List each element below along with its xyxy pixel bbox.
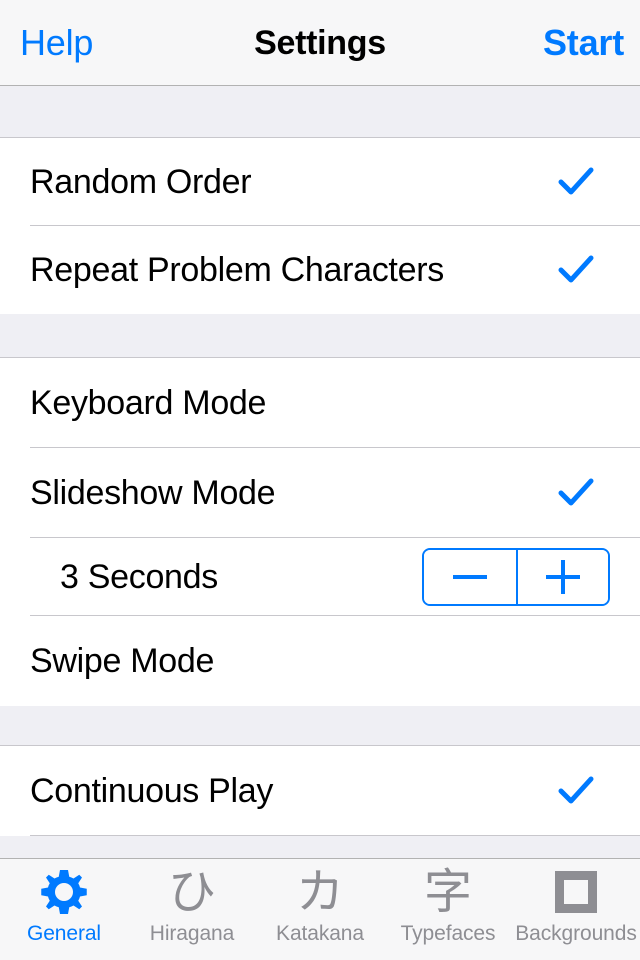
plus-icon [546,560,580,594]
row-swipe-mode[interactable]: Swipe Mode [0,616,640,706]
row-label: Repeat Problem Characters [30,251,444,289]
section-modes: Keyboard Mode Slideshow Mode 3 Seconds S… [0,358,640,706]
section-playback: Continuous Play [0,746,640,836]
section-order: Random Order Repeat Problem Characters [0,138,640,314]
checkmark-icon [554,248,598,292]
minus-icon [453,560,487,594]
tab-label: Hiragana [149,922,235,945]
tab-label: Typefaces [400,922,496,945]
row-label: Keyboard Mode [30,384,267,422]
section-gap-playback [0,706,640,746]
row-continuous-play[interactable]: Continuous Play [0,746,640,836]
row-label: Continuous Play [30,772,274,810]
duration-value: 3 Seconds [60,558,218,596]
hiragana-hi-icon: ひ [168,865,216,919]
row-random-order[interactable]: Random Order [0,138,640,226]
row-repeat-problem-characters[interactable]: Repeat Problem Characters [0,226,640,314]
duration-stepper[interactable] [422,548,610,606]
katakana-ka-glyph: カ [295,864,344,920]
stepper-increment-button[interactable] [516,550,608,604]
tab-bar: General ひ Hiragana カ Katakana 字 Typeface… [0,858,640,960]
kanji-ji-glyph: 字 [423,864,472,920]
square-glyph [555,871,597,913]
checkmark-icon [554,471,598,515]
section-gap-modes [0,314,640,358]
row-label: Slideshow Mode [30,474,276,512]
kanji-ji-icon: 字 [424,865,472,919]
row-slideshow-duration: 3 Seconds [0,538,640,616]
settings-table: Random Order Repeat Problem Characters K… [0,86,640,858]
gear-icon [39,865,89,919]
tab-general[interactable]: General [0,859,128,960]
navigation-bar: Help Settings Start [0,0,640,86]
tab-katakana[interactable]: カ Katakana [256,859,384,960]
tab-label: General [26,922,101,945]
row-label: Random Order [30,163,252,201]
checkmark-icon [554,769,598,813]
stepper-decrement-button[interactable] [424,550,516,604]
checkmark-icon [554,160,598,204]
settings-screen: Help Settings Start Random Order Repeat … [0,0,640,960]
tab-backgrounds[interactable]: Backgrounds [512,859,640,960]
katakana-ka-icon: カ [296,865,344,919]
tab-typefaces[interactable]: 字 Typefaces [384,859,512,960]
row-slideshow-mode[interactable]: Slideshow Mode [0,448,640,538]
start-button[interactable]: Start [543,24,624,61]
tab-hiragana[interactable]: ひ Hiragana [128,859,256,960]
row-keyboard-mode[interactable]: Keyboard Mode [0,358,640,448]
row-label: Swipe Mode [30,642,215,680]
section-gap-top [0,86,640,138]
hiragana-hi-glyph: ひ [167,864,216,920]
tab-label: Backgrounds [515,922,637,945]
tab-label: Katakana [276,922,364,945]
square-icon [555,865,597,919]
